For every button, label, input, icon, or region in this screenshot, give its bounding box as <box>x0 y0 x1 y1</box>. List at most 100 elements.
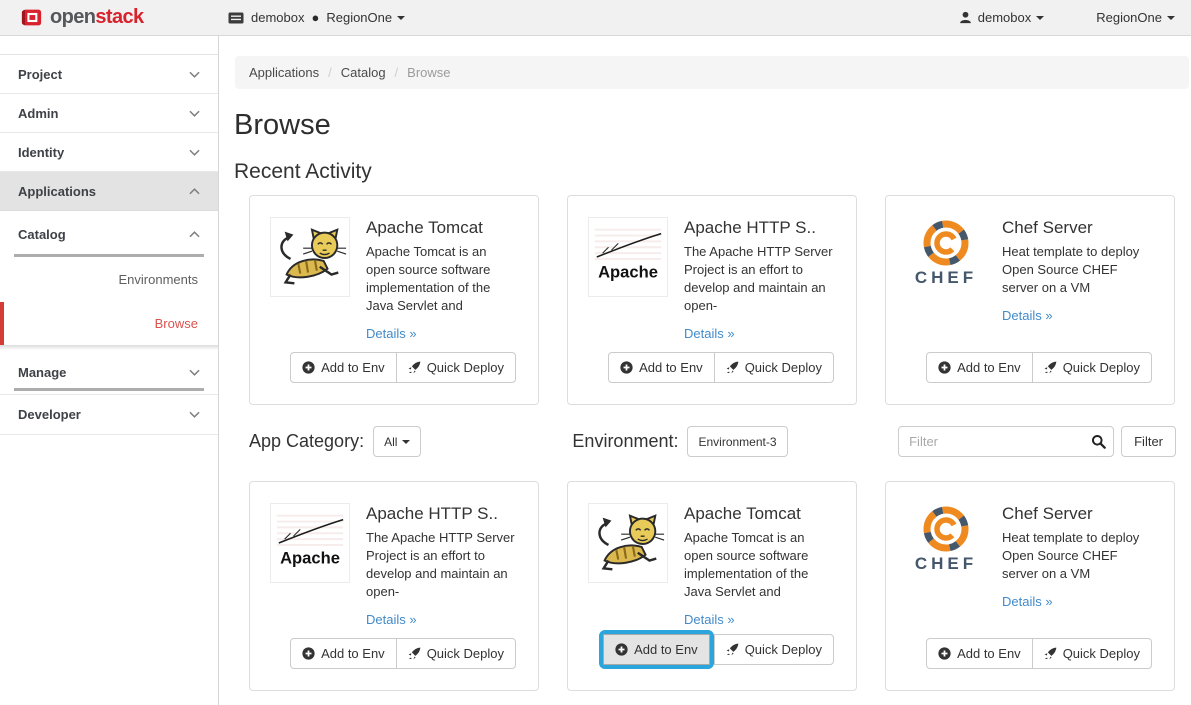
sidebar-item-developer[interactable]: Developer <box>0 395 218 435</box>
openstack-logo[interactable]: openstack <box>20 6 228 29</box>
caret-down-icon <box>397 16 405 20</box>
recent-activity-cards: Apache Tomcat Apache Tomcat is an open s… <box>249 195 1176 405</box>
chevron-up-icon <box>189 188 200 195</box>
app-card: Chef Server Heat template to deploy Open… <box>885 481 1175 691</box>
card-button-group: Add to Env Quick Deploy <box>290 638 516 669</box>
caret-down-icon <box>402 440 410 444</box>
sidebar-item-browse[interactable]: Browse <box>0 302 218 345</box>
caret-down-icon <box>1036 16 1044 20</box>
quick-deploy-button[interactable]: Quick Deploy <box>1032 352 1152 383</box>
region-menu-label: RegionOne <box>1096 10 1162 25</box>
details-link[interactable]: Details » <box>366 612 417 627</box>
button-label: Add to Env <box>321 646 385 661</box>
breadcrumb-separator: / <box>395 65 399 80</box>
app-card: Apache HTTP S.. The Apache HTTP Server P… <box>249 481 539 691</box>
quick-deploy-button[interactable]: Quick Deploy <box>1032 638 1152 669</box>
quick-deploy-button[interactable]: Quick Deploy <box>396 352 516 383</box>
context-separator-dot: ● <box>311 10 319 25</box>
chevron-up-icon <box>189 231 200 238</box>
apache-logo <box>270 503 350 583</box>
details-link[interactable]: Details » <box>684 326 735 341</box>
app-description: Heat template to deploy Open Source CHEF… <box>1002 529 1154 583</box>
top-navbar: openstack demobox ● RegionOne demobox Re… <box>0 0 1191 36</box>
button-label: Quick Deploy <box>427 360 504 375</box>
app-card: Chef Server Heat template to deploy Open… <box>885 195 1175 405</box>
context-region-label: RegionOne <box>326 10 392 25</box>
environment-label: Environment: <box>572 431 678 452</box>
details-link[interactable]: Details » <box>1002 594 1053 609</box>
sidebar-item-manage[interactable]: Manage <box>0 350 218 395</box>
breadcrumb-item-browse: Browse <box>407 65 450 80</box>
chevron-down-icon <box>189 149 200 156</box>
region-menu[interactable]: RegionOne <box>1096 10 1175 25</box>
openstack-cube-icon <box>20 7 43 28</box>
details-link[interactable]: Details » <box>1002 308 1053 323</box>
page-title: Browse <box>234 108 1191 142</box>
quick-deploy-button[interactable]: Quick Deploy <box>714 634 834 665</box>
rocket-icon <box>408 647 421 660</box>
sidebar-item-admin[interactable]: Admin <box>0 94 218 133</box>
sidebar-item-identity[interactable]: Identity <box>0 133 218 172</box>
app-description: The Apache HTTP Server Project is an eff… <box>684 243 836 315</box>
app-description: Apache Tomcat is an open source software… <box>684 529 836 601</box>
search-icon <box>1091 434 1106 449</box>
chevron-down-icon <box>189 369 200 376</box>
rocket-icon <box>726 361 739 374</box>
button-label: Quick Deploy <box>745 642 822 657</box>
sidebar-item-label: Manage <box>18 365 66 380</box>
sidebar-item-catalog[interactable]: Catalog <box>0 211 218 257</box>
sidebar-item-environments[interactable]: Environments <box>0 257 218 302</box>
quick-deploy-button[interactable]: Quick Deploy <box>396 638 516 669</box>
quick-deploy-button[interactable]: Quick Deploy <box>714 352 834 383</box>
app-description: The Apache HTTP Server Project is an eff… <box>366 529 518 601</box>
highlight-annotation-box: Add to Env <box>599 630 714 669</box>
button-label: Add to Env <box>639 360 703 375</box>
rocket-icon <box>726 643 739 656</box>
context-project-label: demobox <box>251 10 304 25</box>
app-category-dropdown[interactable]: All <box>373 426 421 457</box>
navbar-right: demobox RegionOne <box>959 10 1175 25</box>
user-menu[interactable]: demobox <box>959 10 1044 25</box>
app-card: Apache HTTP S.. The Apache HTTP Server P… <box>567 195 857 405</box>
add-to-env-button[interactable]: Add to Env <box>290 352 397 383</box>
details-link[interactable]: Details » <box>366 326 417 341</box>
app-description: Heat template to deploy Open Source CHEF… <box>1002 243 1154 297</box>
sidebar-item-label: Project <box>18 67 62 82</box>
filter-button[interactable]: Filter <box>1121 426 1176 457</box>
button-label: Filter <box>1134 434 1163 449</box>
catalog-cards: Apache HTTP S.. The Apache HTTP Server P… <box>249 481 1176 691</box>
tomcat-logo <box>588 503 668 583</box>
add-to-env-button[interactable]: Add to Env <box>926 352 1033 383</box>
environment-value: Environment-3 <box>698 435 776 449</box>
app-title: Apache HTTP S.. <box>684 217 836 238</box>
card-button-group: Add to Env Quick Deploy <box>290 352 516 383</box>
sidebar-item-label: Environments <box>119 272 198 287</box>
filter-input[interactable] <box>898 426 1114 457</box>
caret-down-icon <box>1167 16 1175 20</box>
sidebar-item-project[interactable]: Project <box>0 55 218 94</box>
brand-text: openstack <box>50 6 144 29</box>
breadcrumb-separator: / <box>328 65 332 80</box>
sidebar-item-applications[interactable]: Applications <box>0 172 218 211</box>
app-description: Apache Tomcat is an open source software… <box>366 243 518 315</box>
add-to-env-button[interactable]: Add to Env <box>290 638 397 669</box>
button-label: Add to Env <box>957 646 1021 661</box>
tomcat-logo <box>270 217 350 297</box>
chevron-down-icon <box>189 110 200 117</box>
user-icon <box>959 11 972 24</box>
environment-selector-button[interactable]: Environment-3 <box>687 426 787 457</box>
add-to-env-button[interactable]: Add to Env <box>926 638 1033 669</box>
details-link[interactable]: Details » <box>684 612 735 627</box>
chef-logo <box>906 503 986 583</box>
breadcrumb-item-catalog[interactable]: Catalog <box>341 65 386 80</box>
plus-circle-icon <box>302 361 315 374</box>
add-to-env-button[interactable]: Add to Env <box>608 352 715 383</box>
active-item-indicator <box>0 302 4 345</box>
add-to-env-button-highlighted[interactable]: Add to Env <box>603 634 710 665</box>
project-region-switcher[interactable]: demobox ● RegionOne <box>228 10 405 25</box>
plus-circle-icon <box>620 361 633 374</box>
apache-logo <box>588 217 668 297</box>
breadcrumb-item-applications[interactable]: Applications <box>249 65 319 80</box>
card-button-group: Add to Env Quick Deploy <box>608 352 834 383</box>
chef-logo <box>906 217 986 297</box>
